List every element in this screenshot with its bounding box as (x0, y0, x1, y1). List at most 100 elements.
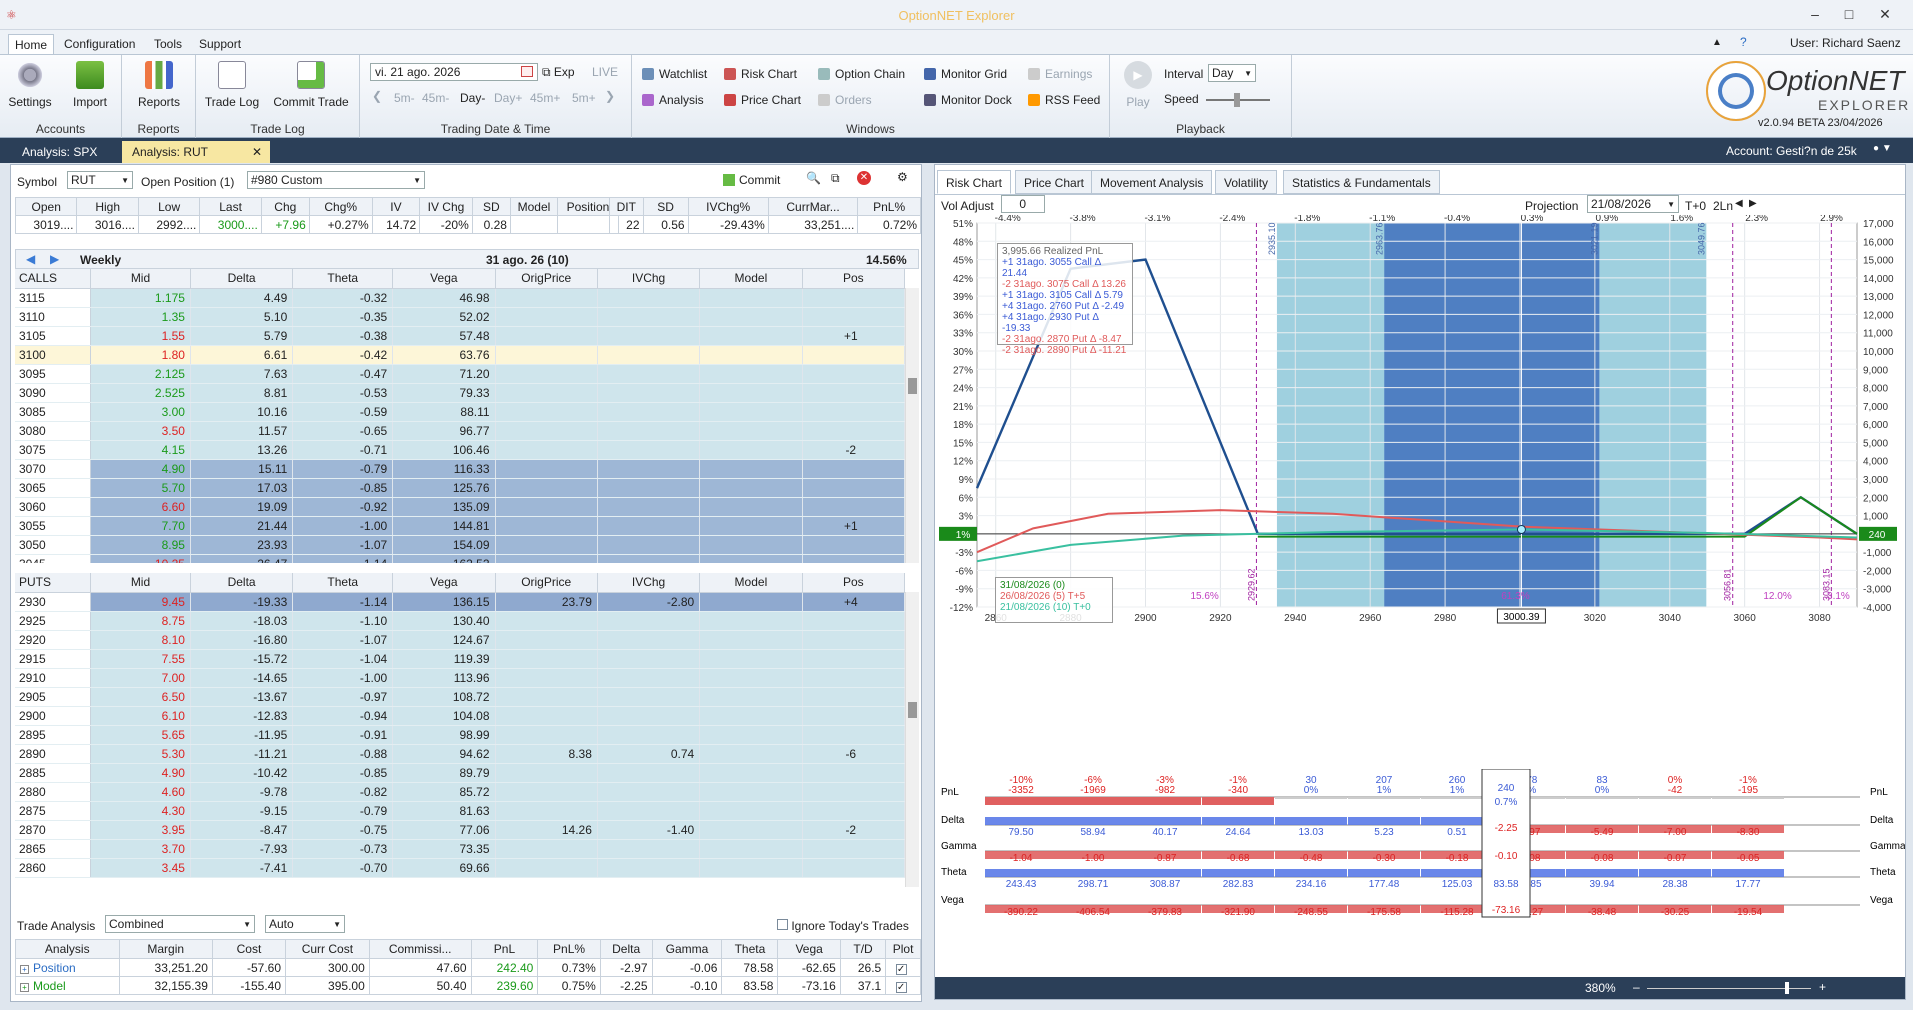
option-row[interactable]: 3070 4.90 15.11 -0.79 116.33 (15, 459, 906, 479)
option-row[interactable]: 3115 1.175 4.49 -0.32 46.98 (15, 288, 906, 308)
help-icon[interactable]: ? (1740, 35, 1747, 49)
orders-button[interactable]: Orders (818, 93, 872, 107)
option-row[interactable]: 3105 1.55 5.79 -0.38 57.48 +1 (15, 326, 906, 346)
option-row[interactable]: 2900 6.10 -12.83 -0.94 104.08 (15, 706, 906, 726)
step-back-icon[interactable]: ❮ (372, 89, 382, 103)
reports-button[interactable]: Reports (132, 61, 186, 109)
option-row[interactable]: 3090 2.525 8.81 -0.53 79.33 (15, 383, 906, 403)
option-row[interactable]: 2875 4.30 -9.15 -0.79 81.63 (15, 801, 906, 821)
tab-volatility[interactable]: Volatility (1215, 170, 1278, 194)
tab-analysis-rut[interactable]: Analysis: RUT ✕ (122, 141, 270, 163)
option-row[interactable]: 3100 1.80 6.61 -0.42 63.76 (15, 345, 906, 365)
prev-projection-icon[interactable]: ◀ (1735, 198, 1743, 209)
ignore-today-checkbox[interactable]: Ignore Today's Trades (777, 919, 909, 933)
option-row[interactable]: 3095 2.125 7.63 -0.47 71.20 (15, 364, 906, 384)
gear-icon[interactable]: ⚙ (897, 170, 908, 184)
option-row[interactable]: 3060 6.60 19.09 -0.92 135.09 (15, 497, 906, 517)
option-row[interactable]: 304510.2526.47-1.14162.52 (15, 554, 906, 563)
rss-feed-button[interactable]: RSS Feed (1028, 93, 1100, 107)
step-forward-icon[interactable]: ❯ (605, 89, 615, 103)
analysis-button[interactable]: Analysis (642, 93, 704, 107)
tab-movement-analysis[interactable]: Movement Analysis (1091, 170, 1213, 194)
import-button[interactable]: Import (68, 61, 112, 109)
tab-analysis-spx[interactable]: Analysis: SPX (12, 141, 107, 163)
zoom-thumb[interactable] (1785, 982, 1789, 994)
expand-icon[interactable]: + (20, 964, 29, 974)
trade-analysis-select[interactable]: Combined ▼ (105, 915, 255, 933)
search-icon[interactable]: 🔍 (806, 171, 821, 185)
tab-price-chart[interactable]: Price Chart (1015, 170, 1094, 194)
symbol-select[interactable]: RUT ▼ (67, 171, 133, 189)
puts-scrollbar[interactable] (905, 592, 919, 887)
expand-icon[interactable]: + (20, 982, 29, 992)
commit-trade-button[interactable]: Commit Trade (270, 61, 352, 109)
play-button[interactable]: ▶ Play (1118, 61, 1158, 109)
option-row[interactable]: 2915 7.55 -15.72 -1.04 119.39 (15, 649, 906, 669)
tab-risk-chart[interactable]: Risk Chart (937, 170, 1012, 194)
next-projection-icon[interactable]: ▶ (1749, 198, 1757, 209)
earnings-button[interactable]: Earnings (1028, 67, 1092, 81)
step-5m-back[interactable]: 5m- (394, 91, 415, 105)
step-5m-forward[interactable]: 5m+ (572, 91, 596, 105)
option-row[interactable]: 2905 6.50 -13.67 -0.97 108.72 (15, 687, 906, 707)
live-button[interactable]: LIVE (592, 65, 618, 79)
zoom-out-icon[interactable]: – (1633, 980, 1640, 994)
ta-row[interactable]: + Position 33,251.20 -57.60 300.00 47.60 242.4… (15, 958, 921, 977)
option-row[interactable]: 2860 3.45 -7.41 -0.70 69.66 (15, 858, 906, 878)
projection-select[interactable]: 21/08/2026 ▼ (1587, 195, 1679, 213)
risk-chart-button[interactable]: Risk Chart (724, 67, 797, 81)
tab-statistics[interactable]: Statistics & Fundamentals (1283, 170, 1440, 194)
delete-icon[interactable]: ✕ (857, 171, 871, 185)
step-day-back[interactable]: Day- (460, 91, 485, 105)
maximize-button[interactable]: □ (1839, 6, 1859, 24)
tab-support[interactable]: Support (193, 34, 247, 54)
plot-checkbox[interactable]: ✓ (885, 958, 921, 977)
tab-configuration[interactable]: Configuration (58, 34, 141, 54)
option-row[interactable]: 2870 3.95 -8.47 -0.75 77.06 14.26 -1.40 -2 (15, 820, 906, 840)
settings-button[interactable]: Settings (8, 61, 52, 109)
option-row[interactable]: 2925 8.75 -18.03 -1.10 130.40 (15, 611, 906, 631)
exp-button[interactable]: ⧉ Exp (542, 65, 575, 80)
account-menu-icon[interactable]: ● ▼ (1873, 143, 1892, 154)
date-input[interactable]: vi. 21 ago. 2026 (370, 63, 538, 81)
option-row[interactable]: 2895 5.65 -11.95 -0.91 98.99 (15, 725, 906, 745)
minimize-button[interactable]: – (1805, 6, 1825, 24)
copy-icon[interactable]: ⧉ (831, 171, 840, 186)
auto-select[interactable]: Auto ▼ (265, 915, 345, 933)
monitor-dock-button[interactable]: Monitor Dock (924, 93, 1012, 107)
speed-thumb[interactable] (1234, 93, 1240, 107)
price-chart-button[interactable]: Price Chart (724, 93, 801, 107)
collapse-ribbon-icon[interactable]: ▲ (1712, 37, 1722, 48)
vol-adjust-input[interactable]: 0 (1001, 195, 1045, 213)
option-chain-button[interactable]: Option Chain (818, 67, 905, 81)
option-row[interactable]: 2890 5.30 -11.21 -0.88 94.62 8.38 0.74 -6 (15, 744, 906, 764)
step-45m-forward[interactable]: 45m+ (530, 91, 560, 105)
option-row[interactable]: 2930 9.45 -19.33 -1.14 136.15 23.79 -2.80 +4 (15, 592, 906, 612)
option-row[interactable]: 3085 3.00 10.16 -0.59 88.11 (15, 402, 906, 422)
prev-expiry-icon[interactable]: ◀ (26, 252, 35, 266)
tab-tools[interactable]: Tools (148, 34, 188, 54)
option-row[interactable]: 3075 4.15 13.26 -0.71 106.46 -2 (15, 440, 906, 460)
option-row[interactable]: 2880 4.60 -9.78 -0.82 85.72 (15, 782, 906, 802)
option-row[interactable]: 2920 8.10 -16.80 -1.07 124.67 (15, 630, 906, 650)
option-row[interactable]: 3055 7.70 21.44 -1.00 144.81 +1 (15, 516, 906, 536)
ta-row[interactable]: + Model 32,155.39 -155.40 395.00 50.40 239.60 0… (15, 976, 921, 995)
trade-log-button[interactable]: Trade Log (204, 61, 260, 109)
tab-home[interactable]: Home (8, 34, 55, 54)
calendar-icon[interactable] (521, 66, 533, 77)
option-row[interactable]: 3050 8.95 23.93 -1.07 154.09 (15, 535, 906, 555)
close-tab-icon[interactable]: ✕ (252, 145, 262, 159)
step-day-forward[interactable]: Day+ (494, 91, 522, 105)
close-button[interactable]: ✕ (1875, 6, 1895, 24)
watchlist-button[interactable]: Watchlist (642, 67, 707, 81)
next-expiry-icon[interactable]: ▶ (50, 252, 59, 266)
plot-checkbox[interactable]: ✓ (885, 976, 921, 995)
option-row[interactable]: 2885 4.90 -10.42 -0.85 89.79 (15, 763, 906, 783)
zoom-in-icon[interactable]: + (1819, 980, 1826, 994)
interval-select[interactable]: Day ▼ (1208, 64, 1256, 82)
option-row[interactable]: 3065 5.70 17.03 -0.85 125.76 (15, 478, 906, 498)
option-row[interactable]: 2865 3.70 -7.93 -0.73 73.35 (15, 839, 906, 859)
option-row[interactable]: 2910 7.00 -14.65 -1.00 113.96 (15, 668, 906, 688)
step-45m-back[interactable]: 45m- (422, 91, 449, 105)
open-position-select[interactable]: #980 Custom ▼ (247, 171, 425, 189)
